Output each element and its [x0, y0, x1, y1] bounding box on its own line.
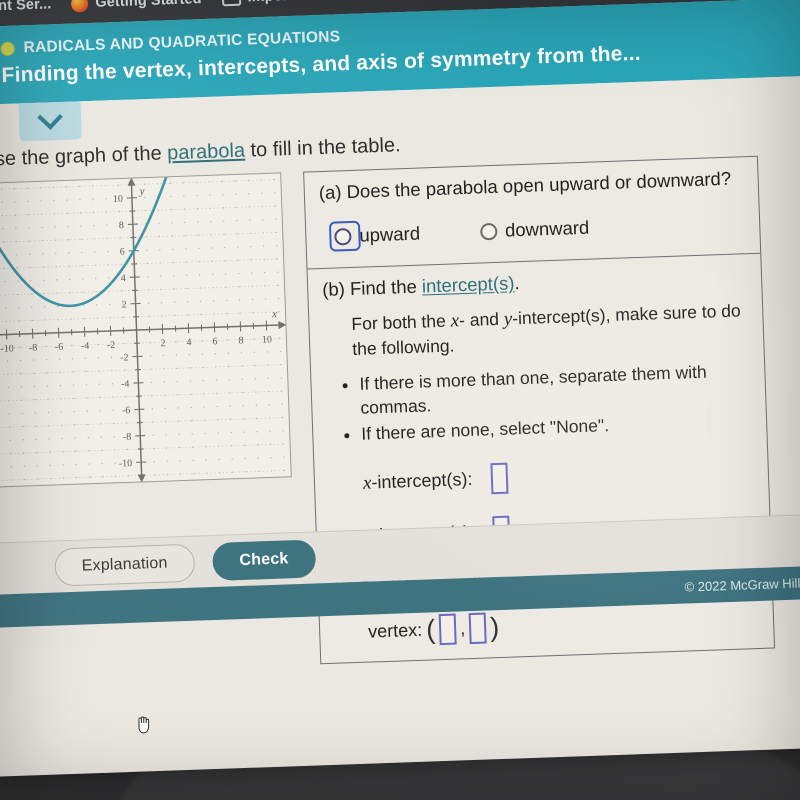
course-status-dot-icon — [0, 41, 15, 57]
question-b-text-before: (b) Find the — [321, 275, 423, 301]
radio-option-downward[interactable]: downward — [479, 216, 590, 243]
firefox-icon — [71, 0, 89, 13]
svg-text:6: 6 — [212, 336, 217, 347]
svg-text:-10: -10 — [119, 458, 133, 469]
svg-text:-10: -10 — [0, 343, 14, 354]
intercepts-link[interactable]: intercept(s) — [422, 272, 515, 296]
check-button[interactable]: Check — [211, 538, 317, 581]
svg-text:6: 6 — [120, 247, 125, 258]
question-b-bullets: If there is more than one, separate them… — [359, 359, 752, 445]
svg-text:4: 4 — [186, 337, 191, 348]
svg-text:-2: -2 — [107, 340, 116, 351]
radio-label: downward — [504, 216, 590, 241]
question-b-instructions: For both the x- and y-intercept(s), make… — [351, 300, 741, 359]
svg-text:8: 8 — [238, 335, 243, 346]
prompt-text-before: Use the graph of the — [0, 142, 163, 171]
svg-text:4: 4 — [121, 273, 126, 284]
svg-text:y: y — [138, 185, 144, 197]
copyright-text: © 2022 McGraw Hill LLC — [684, 575, 800, 595]
bookmark-label: Getting Started — [95, 0, 202, 11]
svg-text:-2: -2 — [120, 352, 129, 363]
bookmark-label: Client Ser... — [0, 0, 52, 16]
svg-text:10: 10 — [113, 194, 123, 205]
svg-text:8: 8 — [119, 220, 124, 231]
exercise-page: Use the graph of the parabola to fill in… — [0, 74, 800, 665]
svg-text:x: x — [271, 308, 277, 320]
bookmark-client-ser[interactable]: Client Ser... — [0, 0, 52, 15]
x-intercept-row: x-intercept(s): — [362, 454, 754, 499]
explanation-button[interactable]: Explanation — [54, 543, 196, 587]
svg-text:-4: -4 — [81, 341, 90, 352]
prompt-text-after: to fill in the table. — [244, 134, 401, 162]
svg-text:-4: -4 — [121, 379, 130, 390]
close-paren: ) — [489, 612, 500, 643]
radio-icon[interactable] — [479, 222, 498, 240]
bookmark-imported-from-firefox[interactable]: Imported From Fir... — [221, 0, 386, 6]
bookmark-label: Imported From Fir... — [247, 0, 386, 5]
question-b-text-after: . — [514, 272, 520, 294]
x-intercept-label: x-intercept(s): — [363, 468, 492, 494]
question-a-text: (a) Does the parabola open upward or dow… — [318, 167, 732, 204]
italic-y: y — [503, 308, 513, 330]
svg-text:10: 10 — [262, 334, 272, 345]
chevron-down-icon — [37, 104, 63, 130]
radio-label: upward — [359, 222, 421, 246]
question-b-text: (b) Find the intercept(s). — [322, 264, 748, 301]
vertex-y-input[interactable] — [468, 612, 487, 645]
svg-text:2: 2 — [160, 338, 165, 349]
italic-x: x — [450, 310, 460, 332]
svg-text:-8: -8 — [123, 432, 132, 443]
parabola-link[interactable]: parabola — [167, 140, 246, 165]
folder-icon — [221, 0, 241, 6]
photo-of-screen: Client Ser... Getting Started Imported F… — [0, 0, 800, 800]
svg-text:2: 2 — [121, 299, 126, 310]
collapse-header-button[interactable] — [18, 101, 82, 142]
radio-option-upward[interactable]: upward — [334, 223, 420, 248]
screen-content: Client Ser... Getting Started Imported F… — [0, 0, 800, 778]
svg-text:-8: -8 — [29, 342, 38, 353]
x-intercept-input[interactable] — [490, 462, 509, 495]
open-paren: ( — [425, 614, 436, 645]
question-a-choices: upward downward — [334, 211, 746, 247]
x-intercept-label-text: -intercept(s): — [371, 468, 473, 493]
parabola-graph: -10 -8 -6 -4 -2 2 4 6 8 10 10 8 6 4 2 -2 -4 -6 -8 -10 x y — [0, 172, 292, 488]
vertex-x-input[interactable] — [438, 613, 457, 646]
vertex-label: vertex: — [367, 619, 423, 642]
bookmark-getting-started[interactable]: Getting Started — [71, 0, 202, 13]
vertex-comma: , — [459, 618, 466, 639]
svg-text:-6: -6 — [122, 405, 131, 416]
radio-icon[interactable] — [334, 227, 352, 246]
graph-svg: -10 -8 -6 -4 -2 2 4 6 8 10 10 8 6 4 2 -2 -4 -6 -8 -10 x y — [0, 173, 287, 483]
question-a: (a) Does the parabola open upward or dow… — [304, 156, 761, 270]
svg-text:-6: -6 — [55, 342, 64, 353]
